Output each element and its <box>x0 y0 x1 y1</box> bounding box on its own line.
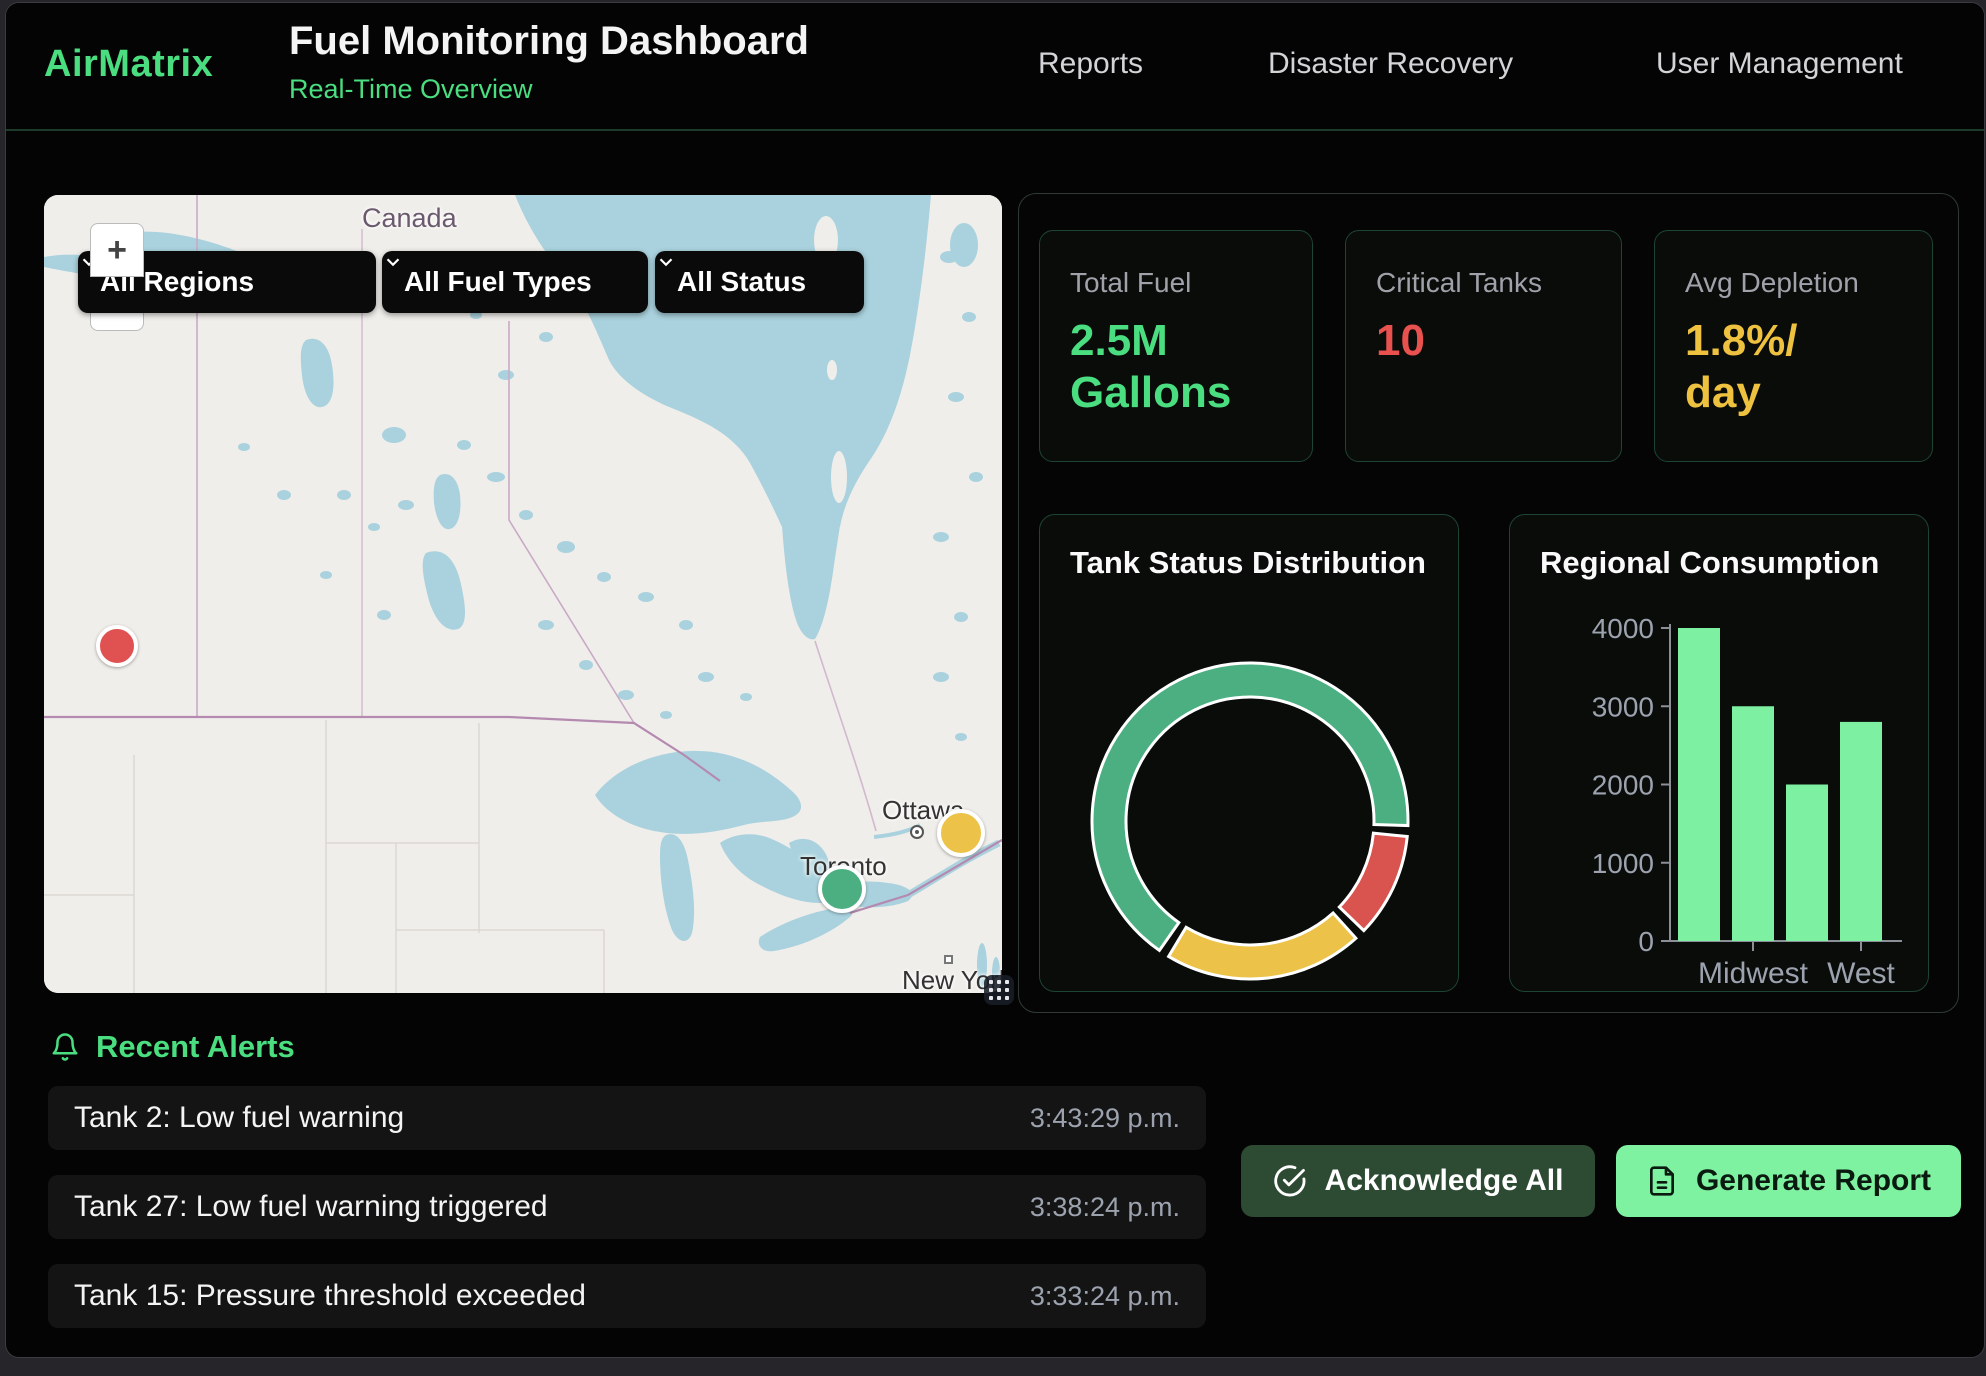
bar-1 <box>1732 706 1774 941</box>
title-block: Fuel Monitoring Dashboard Real-Time Over… <box>289 19 809 105</box>
dashboard-panel: Total Fuel 2.5M Gallons Critical Tanks 1… <box>1018 193 1959 1013</box>
acknowledge-all-button[interactable]: Acknowledge All <box>1241 1145 1595 1217</box>
app-window: AirMatrix Fuel Monitoring Dashboard Real… <box>5 2 1985 1358</box>
y-tick-label: 0 <box>1638 926 1654 957</box>
alert-text: Tank 2: Low fuel warning <box>74 1101 404 1135</box>
page-title: Fuel Monitoring Dashboard <box>289 19 809 64</box>
ottawa-town-icon <box>910 825 924 839</box>
alert-row[interactable]: Tank 2: Low fuel warning 3:43:29 p.m. <box>48 1086 1206 1150</box>
alerts-title: Recent Alerts <box>96 1029 295 1065</box>
file-text-icon <box>1646 1165 1678 1197</box>
bar-chart: 0 1000 2000 3000 4000 Midwest West <box>1510 515 1930 993</box>
alert-time: 3:38:24 p.m. <box>1030 1192 1180 1223</box>
filter-status-select[interactable]: All Status <box>655 251 864 313</box>
circle-check-icon <box>1273 1164 1307 1198</box>
tank-marker-normal[interactable] <box>818 865 866 913</box>
regional-consumption-chart-card: Regional Consumption 01000200030004000Mi… <box>1509 514 1929 992</box>
kpi-value: 10 <box>1376 315 1591 367</box>
bell-icon <box>50 1032 80 1062</box>
y-tick-label: 3000 <box>1592 691 1654 722</box>
map-zoom-in-button[interactable]: + <box>90 223 144 277</box>
screen: AirMatrix Fuel Monitoring Dashboard Real… <box>0 0 1986 1376</box>
y-tick-label: 1000 <box>1592 848 1654 879</box>
map[interactable]: Canada Ottawa Toronto New York + − All R… <box>44 195 1002 993</box>
kpi-critical-tanks: Critical Tanks 10 <box>1345 230 1622 462</box>
chevron-down-icon <box>382 251 404 273</box>
map-resize-handle[interactable] <box>984 975 1014 1005</box>
bar-2 <box>1786 785 1828 942</box>
bar-3 <box>1840 722 1882 941</box>
donut-chart <box>1040 515 1460 993</box>
filter-fuel-select[interactable]: All Fuel Types <box>382 251 648 313</box>
alert-time: 3:43:29 p.m. <box>1030 1103 1180 1134</box>
generate-report-button[interactable]: Generate Report <box>1616 1145 1961 1217</box>
bar-0 <box>1678 628 1720 941</box>
header: AirMatrix Fuel Monitoring Dashboard Real… <box>6 3 1984 131</box>
alerts-header: Recent Alerts <box>50 1029 295 1065</box>
tank-marker-critical[interactable] <box>96 625 138 667</box>
kpi-label: Total Fuel <box>1070 267 1282 299</box>
donut-segment-critical <box>1339 833 1407 930</box>
kpi-avg-depletion: Avg Depletion 1.8%/ day <box>1654 230 1933 462</box>
page-subtitle: Real-Time Overview <box>289 74 809 105</box>
chevron-down-icon <box>655 251 677 273</box>
brand-logo: AirMatrix <box>44 43 213 86</box>
tank-marker-warning[interactable] <box>937 809 985 857</box>
x-tick-label: West <box>1827 957 1895 990</box>
filter-fuel-value: All Fuel Types <box>404 266 592 298</box>
kpi-label: Avg Depletion <box>1685 267 1902 299</box>
nav-reports[interactable]: Reports <box>1038 47 1143 81</box>
y-tick-label: 2000 <box>1592 770 1654 801</box>
kpi-total-fuel: Total Fuel 2.5M Gallons <box>1039 230 1313 462</box>
alert-row[interactable]: Tank 27: Low fuel warning triggered 3:38… <box>48 1175 1206 1239</box>
kpi-value: 1.8%/ day <box>1685 315 1902 419</box>
x-tick-label: Midwest <box>1698 957 1809 990</box>
alert-text: Tank 27: Low fuel warning triggered <box>74 1190 548 1224</box>
generate-report-label: Generate Report <box>1696 1164 1931 1198</box>
nav-disaster-recovery[interactable]: Disaster Recovery <box>1268 47 1513 81</box>
nav-user-management[interactable]: User Management <box>1656 47 1903 81</box>
acknowledge-all-label: Acknowledge All <box>1325 1164 1564 1198</box>
donut-segment-warning <box>1169 913 1356 979</box>
alert-text: Tank 15: Pressure threshold exceeded <box>74 1279 586 1313</box>
map-label-canada: Canada <box>362 203 457 234</box>
alert-time: 3:33:24 p.m. <box>1030 1281 1180 1312</box>
y-tick-label: 4000 <box>1592 613 1654 644</box>
kpi-label: Critical Tanks <box>1376 267 1591 299</box>
kpi-value: 2.5M Gallons <box>1070 315 1282 419</box>
tank-status-chart-card: Tank Status Distribution <box>1039 514 1459 992</box>
newyork-town-icon <box>944 955 953 964</box>
alert-row[interactable]: Tank 15: Pressure threshold exceeded 3:3… <box>48 1264 1206 1328</box>
filter-status-value: All Status <box>677 266 806 298</box>
